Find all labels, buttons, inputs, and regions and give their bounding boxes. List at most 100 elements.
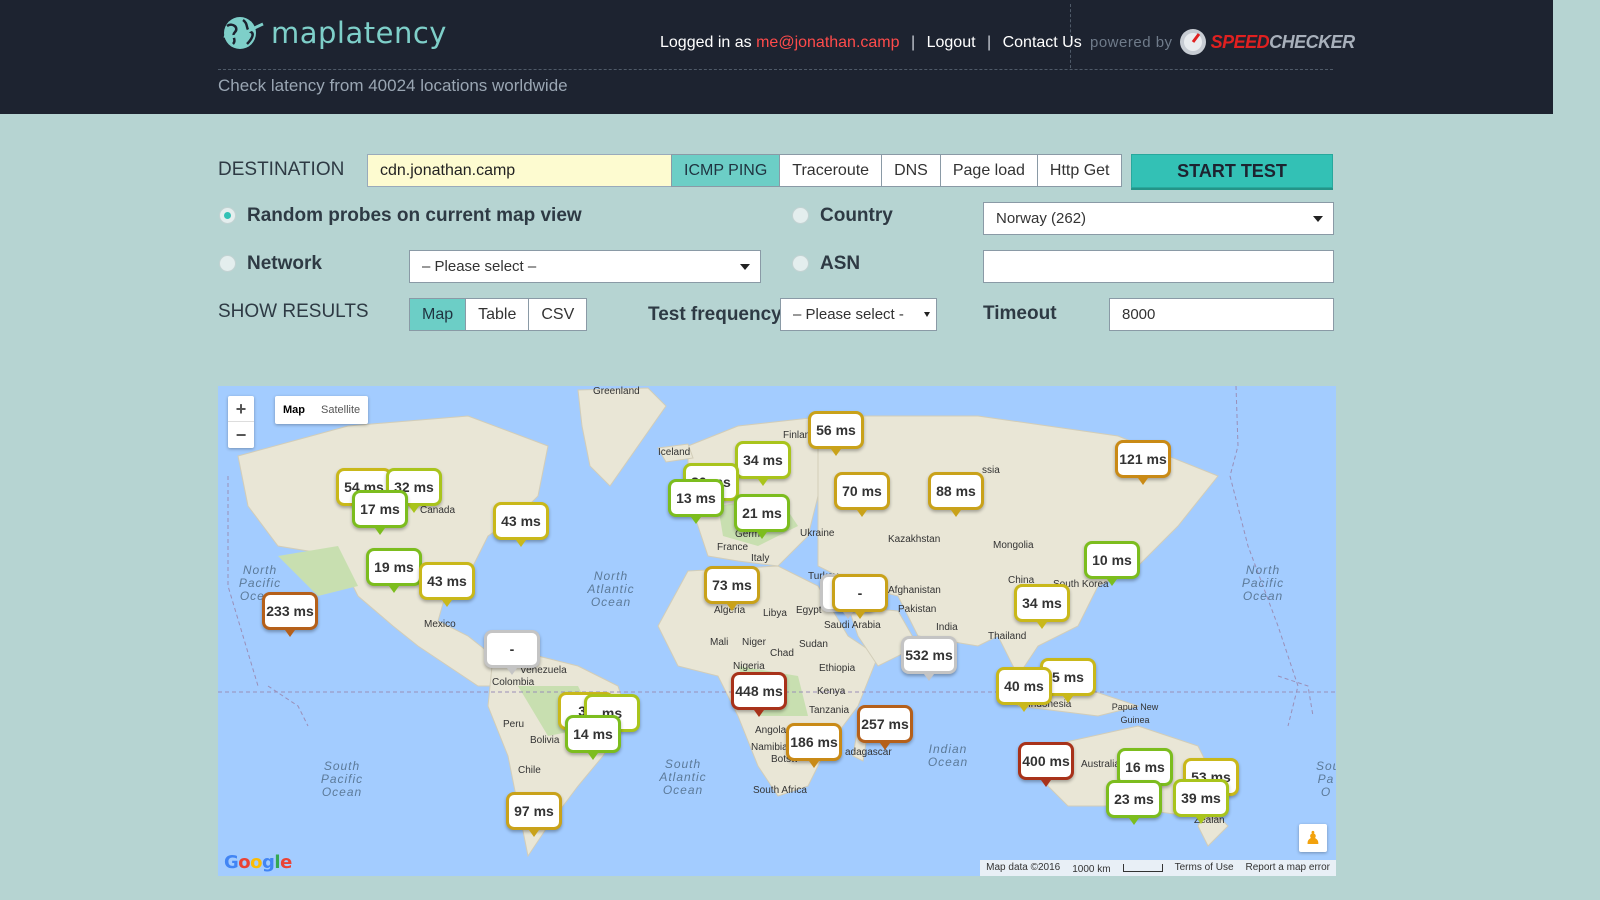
latency-marker[interactable]: 400 ms (1018, 742, 1074, 780)
start-test-button[interactable]: START TEST (1131, 154, 1333, 188)
logo[interactable]: maplatency (219, 14, 447, 52)
map-label: Thailand (988, 631, 1027, 642)
zoom-in-button[interactable]: + (228, 396, 254, 422)
marker-pointer (1196, 817, 1206, 824)
latency-marker[interactable]: 39 ms (1173, 779, 1229, 817)
network-select-value: – Please select – (422, 258, 537, 275)
map-label: Kenya (817, 686, 846, 697)
speedchecker-brand: SPEEDCHECKER (1210, 31, 1356, 52)
asn-input[interactable] (983, 250, 1334, 283)
contact-us-link[interactable]: Contact Us (1003, 34, 1082, 51)
map-label: South Africa (753, 785, 807, 796)
latency-marker[interactable]: - (484, 630, 540, 668)
latency-marker[interactable]: 21 ms (734, 494, 790, 532)
chevron-down-icon (1313, 216, 1323, 222)
map-label: Iceland (658, 447, 691, 458)
latency-marker[interactable]: 40 ms (996, 667, 1052, 705)
test-frequency-select[interactable]: – Please select - (780, 298, 937, 331)
latency-marker[interactable]: 448 ms (731, 672, 787, 710)
destination-label: DESTINATION (218, 159, 345, 180)
latency-marker[interactable]: - (832, 574, 888, 612)
latency-marker[interactable]: 73 ms (704, 566, 760, 604)
latency-marker[interactable]: 97 ms (506, 792, 562, 830)
network-radio[interactable] (219, 255, 236, 272)
map-type-map-button[interactable]: Map (275, 396, 313, 424)
map-label: Mexico (424, 619, 456, 630)
latency-marker[interactable]: 17 ms (352, 490, 408, 528)
map-label: Egypt (796, 605, 822, 616)
latency-marker[interactable]: 34 ms (1014, 584, 1070, 622)
show-table-button[interactable]: Table (466, 298, 530, 331)
test-method-selector: ICMP PING Traceroute DNS Page load Http … (671, 154, 1123, 187)
report-map-error-link[interactable]: Report a map error (1246, 860, 1330, 876)
latency-marker[interactable]: 19 ms (366, 548, 422, 586)
latency-marker[interactable]: 56 ms (808, 411, 864, 449)
marker-pointer (1037, 622, 1047, 629)
map-label: ssia (982, 465, 1000, 476)
latency-marker[interactable]: 13 ms (668, 479, 724, 517)
marker-pointer (1138, 478, 1148, 485)
latency-marker[interactable]: 10 ms (1084, 541, 1140, 579)
latency-marker[interactable]: 88 ms (928, 472, 984, 510)
map-label: Ukraine (800, 528, 835, 539)
map-label: Nigeria (733, 661, 765, 672)
latency-marker[interactable]: 532 ms (901, 636, 957, 674)
logout-link[interactable]: Logout (927, 34, 976, 51)
marker-pointer (758, 479, 768, 486)
zoom-control: + − (228, 396, 254, 448)
destination-input[interactable]: cdn.jonathan.camp (367, 154, 672, 187)
map-label: Namibia (751, 742, 788, 753)
marker-pointer (754, 710, 764, 717)
speedchecker-gauge-icon (1179, 29, 1206, 55)
map-label: Saudi Arabia (824, 620, 881, 631)
marker-pointer (855, 612, 865, 619)
marker-pointer (924, 674, 934, 681)
map-label: Niger (742, 637, 766, 648)
map-label: Italy (751, 553, 770, 564)
map-label: Chile (518, 765, 541, 776)
map-label: Colombia (492, 677, 535, 688)
google-logo: Google (224, 852, 292, 873)
latency-marker[interactable]: 23 ms (1106, 780, 1162, 818)
terms-of-use-link[interactable]: Terms of Use (1175, 860, 1234, 876)
latency-marker[interactable]: 257 ms (857, 705, 913, 743)
latency-marker[interactable]: 34 ms (735, 441, 791, 479)
marker-pointer (691, 517, 701, 524)
asn-radio[interactable] (792, 255, 809, 272)
map-type-satellite-button[interactable]: Satellite (313, 396, 368, 424)
method-dns-button[interactable]: DNS (882, 154, 941, 187)
method-page-load-button[interactable]: Page load (940, 154, 1038, 187)
street-view-pegman-icon[interactable]: ♟ (1299, 824, 1327, 852)
latency-marker[interactable]: 14 ms (565, 715, 621, 753)
map-label: Peru (503, 719, 525, 730)
marker-pointer (727, 604, 737, 611)
method-icmp-ping-button[interactable]: ICMP PING (671, 154, 781, 187)
country-radio[interactable] (792, 207, 809, 224)
latency-marker[interactable]: 43 ms (493, 502, 549, 540)
marker-pointer (529, 830, 539, 837)
latency-marker[interactable]: 70 ms (834, 472, 890, 510)
method-traceroute-button[interactable]: Traceroute (780, 154, 883, 187)
network-select[interactable]: – Please select – (409, 250, 761, 283)
results-map[interactable]: Greenland Iceland Finlan Canada North Pa… (218, 386, 1336, 876)
marker-pointer (757, 532, 767, 539)
country-select-value: Norway (262) (996, 210, 1087, 227)
latency-marker[interactable]: 186 ms (786, 723, 842, 761)
map-label: Ethiopia (819, 663, 856, 674)
latency-marker[interactable]: 121 ms (1115, 440, 1171, 478)
marker-pointer (809, 761, 819, 768)
map-label: Bolivia (530, 735, 560, 746)
show-csv-button[interactable]: CSV (529, 298, 588, 331)
map-label: Australia (1081, 759, 1120, 770)
latency-marker[interactable]: 233 ms (262, 592, 318, 630)
user-email-link[interactable]: me@jonathan.camp (756, 34, 899, 51)
method-http-get-button[interactable]: Http Get (1037, 154, 1123, 187)
powered-by[interactable]: powered by SPEEDCHECKER (1090, 28, 1355, 56)
show-map-button[interactable]: Map (409, 298, 467, 331)
marker-pointer (285, 630, 295, 637)
random-probes-radio[interactable] (219, 207, 236, 224)
timeout-input[interactable]: 8000 (1109, 298, 1334, 331)
country-select[interactable]: Norway (262) (983, 202, 1334, 235)
latency-marker[interactable]: 43 ms (419, 562, 475, 600)
zoom-out-button[interactable]: − (228, 422, 254, 448)
